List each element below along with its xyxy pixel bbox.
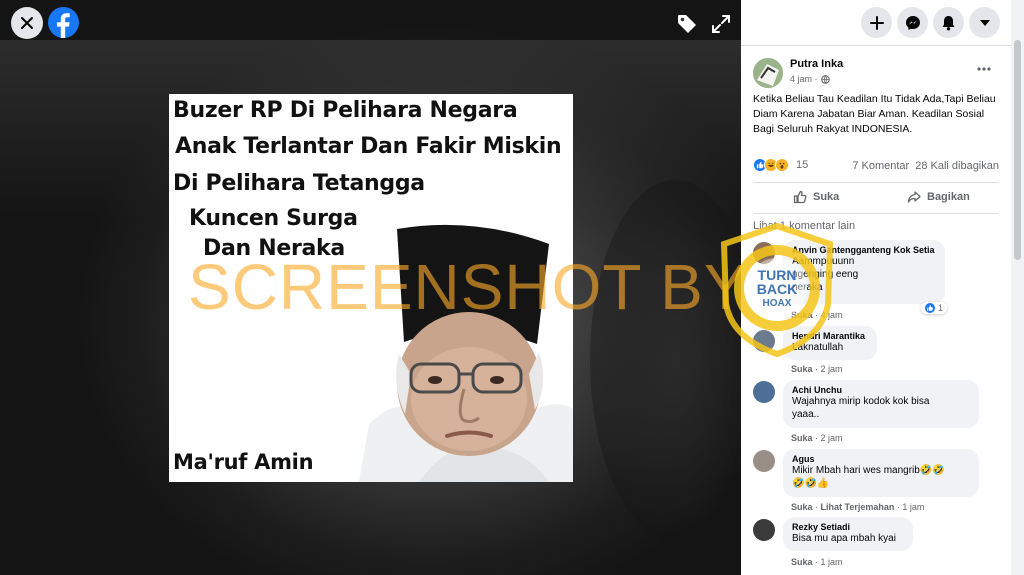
create-button[interactable] xyxy=(861,7,892,38)
comment-avatar[interactable] xyxy=(753,450,775,472)
comment-text: neraka xyxy=(792,282,823,293)
expand-icon xyxy=(712,15,730,33)
photo-viewer: Buzer RP Di Pelihara Negara Anak Terlant… xyxy=(0,0,741,575)
comment-time[interactable]: 4 jam xyxy=(821,310,843,320)
header-divider xyxy=(741,45,1011,46)
meme-caption-line: Dan Neraka xyxy=(203,236,345,261)
share-icon xyxy=(907,191,921,203)
comments-count-link[interactable]: 7 Komentar xyxy=(852,160,909,172)
meme-caption-line: Buzer RP Di Pelihara Negara xyxy=(173,98,518,123)
wow-reaction-icon xyxy=(775,158,789,172)
post-options-button[interactable] xyxy=(976,62,996,76)
comment-author[interactable]: Anvin Gantengganteng Kok Setia xyxy=(792,245,936,255)
comment-like-action[interactable]: Suka xyxy=(791,557,813,567)
actions-divider-top xyxy=(753,182,999,183)
comment-text: yaaa.. xyxy=(792,409,820,420)
comment-time[interactable]: 1 jam xyxy=(902,502,924,512)
comment-like-number: 1 xyxy=(938,303,944,313)
like-button[interactable]: Suka xyxy=(793,190,839,204)
close-icon xyxy=(21,17,33,29)
facebook-logo-button[interactable] xyxy=(48,7,79,38)
comment-text: Laknatullah xyxy=(792,342,844,353)
comment-bubble: Achi Unchu Wajahnya mirip kodok kok bisa… xyxy=(783,380,979,428)
comment-meta: Suka · 1 jam xyxy=(791,557,843,567)
comment-bubble: Anvin Gantengganteng Kok Setia Aammpuuun… xyxy=(783,240,945,304)
post-side-panel: Putra Inka 4 jam · Ketika Beliau Tau Kea… xyxy=(741,0,1011,575)
messenger-icon xyxy=(905,15,920,30)
tag-icon xyxy=(678,15,696,33)
comment-avatar[interactable] xyxy=(753,242,775,264)
portrait-image xyxy=(359,224,573,482)
close-button[interactable] xyxy=(11,7,43,39)
comment-meta: Suka · 2 jam xyxy=(791,433,843,443)
comment-meta: Suka · Lihat Terjemahan · 1 jam xyxy=(791,502,925,512)
comment-avatar[interactable] xyxy=(753,519,775,541)
comment-avatar[interactable] xyxy=(753,381,775,403)
caret-down-icon xyxy=(979,19,990,26)
post-meta: 4 jam · xyxy=(790,74,830,84)
like-reaction-icon xyxy=(925,303,935,313)
fullscreen-button[interactable] xyxy=(710,13,732,35)
globe-icon xyxy=(820,74,830,84)
actions-divider-bottom xyxy=(753,213,999,214)
comment-text: Mikir Mbah hari wes mangrib🤣🤣 xyxy=(792,465,945,476)
post-stats: 7 Komentar 28 Kali dibagikan xyxy=(852,160,999,172)
meme-signature: Ma'ruf Amin xyxy=(173,450,314,474)
avatar-image xyxy=(753,58,783,88)
like-icon xyxy=(793,190,807,204)
account-menu-button[interactable] xyxy=(969,7,1000,38)
post-text: Ketika Beliau Tau Keadilan Itu Tidak Ada… xyxy=(753,93,996,135)
comment-time[interactable]: 2 jam xyxy=(821,433,843,443)
view-more-comments-link[interactable]: Lihat 1 komentar lain xyxy=(753,220,855,232)
comment-time[interactable]: 2 jam xyxy=(821,364,843,374)
share-button-label: Bagikan xyxy=(927,191,970,203)
comment-text: Wajahnya mirip kodok kok bisa xyxy=(792,396,930,407)
comment-bubble: Rezky Setiadi Bisa mu apa mbah kyai xyxy=(783,517,913,551)
messenger-button[interactable] xyxy=(897,7,928,38)
blurred-background-figure xyxy=(590,180,741,540)
comment-text: Aammpuuunn xyxy=(792,256,855,267)
facebook-logo-icon xyxy=(57,13,70,38)
like-button-label: Suka xyxy=(813,191,840,203)
tag-photo-button[interactable] xyxy=(676,13,698,35)
share-button[interactable]: Bagikan xyxy=(907,190,970,204)
panel-scrollbar[interactable] xyxy=(1011,0,1024,575)
reaction-count: 15 xyxy=(796,159,809,171)
comment-like-action[interactable]: Suka xyxy=(791,364,813,374)
comment-meta: Suka · 2 jam xyxy=(791,364,843,374)
comment-author[interactable]: Hendri Marantika xyxy=(792,331,868,341)
comment-text: 🤣🤣👍 xyxy=(792,478,830,489)
reactions-summary[interactable]: 15 xyxy=(753,158,808,172)
comment-bubble: Hendri Marantika Laknatullah xyxy=(783,326,877,360)
comment-bubble: Agus Mikir Mbah hari wes mangrib🤣🤣 🤣🤣👍 xyxy=(783,449,979,497)
comment-time[interactable]: 1 jam xyxy=(821,557,843,567)
comment-text: Bisa mu apa mbah kyai xyxy=(792,533,896,544)
comment-meta: Suka · 4 jam xyxy=(791,310,843,320)
author-avatar[interactable] xyxy=(753,58,783,88)
comment-author[interactable]: Agus xyxy=(792,454,970,464)
comment-like-action[interactable]: Suka xyxy=(791,433,813,443)
bell-icon xyxy=(942,15,955,30)
post-author-name[interactable]: Putra Inka xyxy=(790,58,843,70)
translate-link[interactable]: Lihat Terjemahan xyxy=(821,502,895,512)
plus-icon xyxy=(869,15,884,30)
comment-author[interactable]: Rezky Setiadi xyxy=(792,522,904,532)
meme-caption-line: Kuncen Surga xyxy=(189,206,358,231)
comment-author[interactable]: Achi Unchu xyxy=(792,385,970,395)
comment-text: ngenging eeng xyxy=(792,269,859,280)
post-photo: Buzer RP Di Pelihara Negara Anak Terlant… xyxy=(169,94,573,482)
comment-like-action[interactable]: Suka xyxy=(791,502,813,512)
comment-avatar[interactable] xyxy=(753,330,775,352)
more-icon xyxy=(977,67,991,71)
meme-caption-line: Di Pelihara Tetangga xyxy=(173,171,425,196)
comment-like-count[interactable]: 1 xyxy=(921,302,948,314)
comment-like-action[interactable]: Suka xyxy=(791,310,813,320)
post-timestamp[interactable]: 4 jam · xyxy=(790,74,818,84)
shares-count-link[interactable]: 28 Kali dibagikan xyxy=(915,160,999,172)
scrollbar-thumb[interactable] xyxy=(1014,40,1021,260)
notifications-button[interactable] xyxy=(933,7,964,38)
meme-caption-line: Anak Terlantar Dan Fakir Miskin xyxy=(175,134,562,159)
